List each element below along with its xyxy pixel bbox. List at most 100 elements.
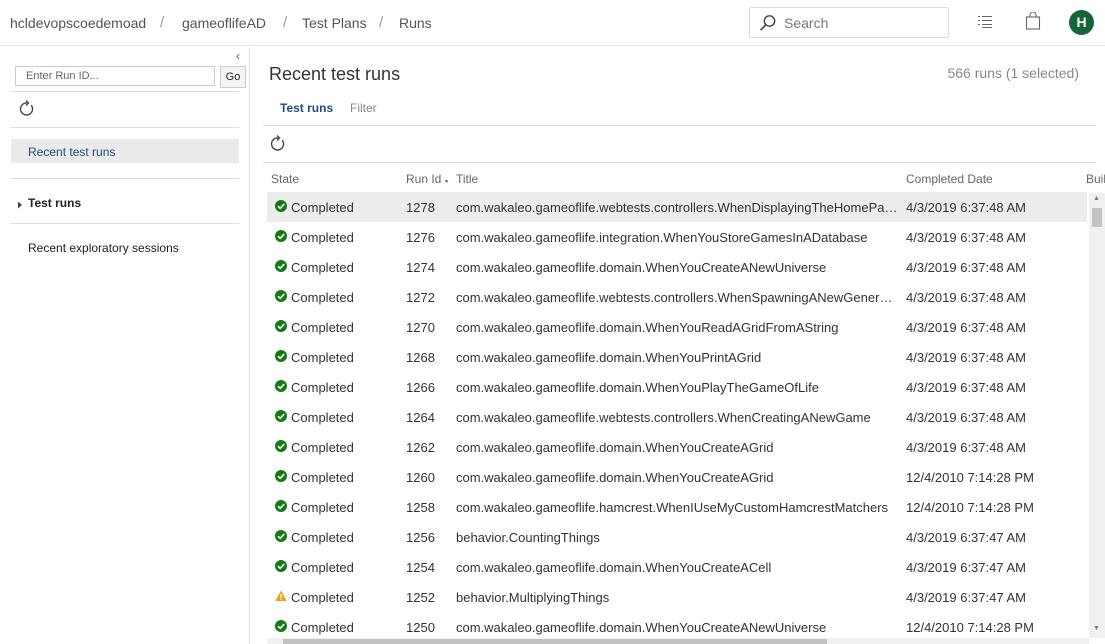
passed-check-icon — [275, 350, 291, 364]
table-row[interactable]: Completed 1256 behavior.CountingThings 4/3/… — [267, 522, 1087, 552]
search-input[interactable] — [784, 14, 939, 32]
table-row[interactable]: Completed 1276 com.wakaleo.gameoflife.inte… — [267, 222, 1087, 252]
passed-check-icon — [275, 200, 291, 214]
test-runs-grid: Completed 1278 com.wakaleo.gameoflife.webt… — [267, 192, 1087, 638]
tab-filter[interactable]: Filter — [350, 101, 377, 115]
state-cell: Completed — [291, 440, 354, 455]
completed-date-cell: 4/3/2019 6:37:48 AM — [906, 200, 1026, 215]
title-cell: behavior.CountingThings — [456, 530, 600, 545]
table-row[interactable]: Completed 1264 com.wakaleo.gameoflife.webt… — [267, 402, 1087, 432]
task-list-icon[interactable] — [977, 13, 993, 32]
table-row[interactable]: Completed 1260 com.wakaleo.gameoflife.doma… — [267, 462, 1087, 492]
expand-chevron-icon[interactable] — [17, 198, 23, 212]
state-cell: Completed — [291, 350, 354, 365]
table-row[interactable]: Completed 1268 com.wakaleo.gameoflife.doma… — [267, 342, 1087, 372]
run-id-input[interactable] — [15, 66, 215, 86]
breadcrumb-separator: / — [379, 14, 384, 31]
table-row[interactable]: Completed 1254 com.wakaleo.gameoflife.doma… — [267, 552, 1087, 582]
breadcrumb-separator: / — [160, 14, 165, 31]
run-id-cell: 1264 — [406, 410, 435, 425]
state-cell: Completed — [291, 290, 354, 305]
search-box[interactable] — [749, 7, 949, 38]
passed-check-icon — [275, 530, 291, 544]
title-cell: com.wakaleo.gameoflife.domain.WhenYouCre… — [456, 470, 774, 485]
top-bar: hcldevopscoedemoad / gameoflifeAD / Test… — [0, 0, 1105, 46]
passed-check-icon — [275, 230, 291, 244]
divider — [11, 91, 239, 92]
title-cell: com.wakaleo.gameoflife.domain.WhenYouCre… — [456, 620, 827, 635]
title-cell: com.wakaleo.gameoflife.domain.WhenYouCre… — [456, 560, 772, 575]
state-cell: Completed — [291, 590, 354, 605]
nav-recent-test-runs[interactable]: Recent test runs — [11, 139, 239, 163]
completed-date-cell: 12/4/2010 7:14:28 PM — [906, 620, 1034, 635]
completed-date-cell: 4/3/2019 6:37:48 AM — [906, 350, 1026, 365]
horizontal-scroll-thumb[interactable] — [283, 639, 827, 644]
warning-icon — [275, 590, 291, 604]
completed-date-cell: 4/3/2019 6:37:47 AM — [906, 560, 1026, 575]
table-row[interactable]: Completed 1274 com.wakaleo.gameoflife.doma… — [267, 252, 1087, 282]
title-cell: com.wakaleo.gameoflife.webtests.controll… — [456, 290, 898, 305]
table-row[interactable]: Completed 1250 com.wakaleo.gameoflife.doma… — [267, 612, 1087, 638]
table-row[interactable]: Completed 1270 com.wakaleo.gameoflife.doma… — [267, 312, 1087, 342]
run-id-cell: 1278 — [406, 200, 435, 215]
table-row[interactable]: Completed 1272 com.wakaleo.gameoflife.webt… — [267, 282, 1087, 312]
passed-check-icon — [275, 560, 291, 574]
column-header-run-id[interactable]: Run Id — [406, 172, 441, 186]
breadcrumb-page[interactable]: Runs — [399, 15, 432, 31]
scroll-up-icon[interactable]: ▲ — [1093, 195, 1100, 202]
state-cell: Completed — [291, 560, 354, 575]
collapse-pane-icon[interactable]: ‹ — [236, 49, 240, 63]
completed-date-cell: 4/3/2019 6:37:48 AM — [906, 260, 1026, 275]
run-id-cell: 1266 — [406, 380, 435, 395]
vertical-scroll-thumb[interactable] — [1092, 208, 1102, 227]
table-row[interactable]: Completed 1278 com.wakaleo.gameoflife.webt… — [267, 192, 1087, 222]
horizontal-scrollbar[interactable] — [267, 638, 1089, 644]
table-row[interactable]: Completed 1266 com.wakaleo.gameoflife.doma… — [267, 372, 1087, 402]
nav-recent-exploratory-sessions[interactable]: Recent exploratory sessions — [28, 241, 179, 255]
run-id-cell: 1272 — [406, 290, 435, 305]
avatar[interactable]: H — [1069, 10, 1094, 35]
run-id-cell: 1250 — [406, 620, 435, 635]
run-id-cell: 1262 — [406, 440, 435, 455]
passed-check-icon — [275, 500, 291, 514]
refresh-icon[interactable] — [18, 100, 36, 121]
passed-check-icon — [275, 410, 291, 424]
column-header-build[interactable]: Build — [1086, 172, 1105, 186]
column-header-state[interactable]: State — [271, 172, 299, 186]
tabs-divider — [263, 125, 1096, 126]
table-row[interactable]: Completed 1252 behavior.MultiplyingThings 4… — [267, 582, 1087, 612]
state-cell: Completed — [291, 530, 354, 545]
vertical-scrollbar[interactable]: ▲ ▼ — [1089, 193, 1105, 638]
title-cell: com.wakaleo.gameoflife.integration.WhenY… — [456, 230, 868, 245]
completed-date-cell: 4/3/2019 6:37:48 AM — [906, 230, 1026, 245]
go-button[interactable]: Go — [220, 66, 246, 88]
breadcrumb-project[interactable]: gameoflifeAD — [182, 15, 266, 31]
title-cell: com.wakaleo.gameoflife.domain.WhenYouRea… — [456, 320, 839, 335]
title-cell: com.wakaleo.gameoflife.webtests.controll… — [456, 200, 898, 215]
sort-indicator-icon: ▪ — [445, 176, 449, 186]
run-id-cell: 1252 — [406, 590, 435, 605]
table-row[interactable]: Completed 1258 com.wakaleo.gameoflife.hamc… — [267, 492, 1087, 522]
completed-date-cell: 4/3/2019 6:37:48 AM — [906, 290, 1026, 305]
state-cell: Completed — [291, 260, 354, 275]
completed-date-cell: 4/3/2019 6:37:47 AM — [906, 590, 1026, 605]
breadcrumb-separator: / — [283, 14, 288, 31]
column-header-title[interactable]: Title — [456, 172, 478, 186]
run-id-cell: 1270 — [406, 320, 435, 335]
state-cell: Completed — [291, 410, 354, 425]
table-row[interactable]: Completed 1262 com.wakaleo.gameoflife.doma… — [267, 432, 1087, 462]
run-id-cell: 1276 — [406, 230, 435, 245]
passed-check-icon — [275, 620, 291, 634]
scroll-down-icon[interactable]: ▼ — [1093, 625, 1100, 632]
completed-date-cell: 4/3/2019 6:37:48 AM — [906, 380, 1026, 395]
breadcrumb-section[interactable]: Test Plans — [302, 15, 367, 31]
nav-test-runs[interactable]: Test runs — [28, 196, 81, 210]
title-cell: com.wakaleo.gameoflife.domain.WhenYouCre… — [456, 440, 774, 455]
runs-count: 566 runs (1 selected) — [947, 65, 1079, 81]
shopping-bag-icon[interactable] — [1025, 11, 1041, 33]
breadcrumb-org[interactable]: hcldevopscoedemoad — [10, 15, 146, 31]
refresh-icon[interactable] — [269, 135, 287, 156]
tab-test-runs[interactable]: Test runs — [280, 101, 333, 115]
run-id-cell: 1256 — [406, 530, 435, 545]
column-header-completed-date[interactable]: Completed Date — [906, 172, 993, 186]
